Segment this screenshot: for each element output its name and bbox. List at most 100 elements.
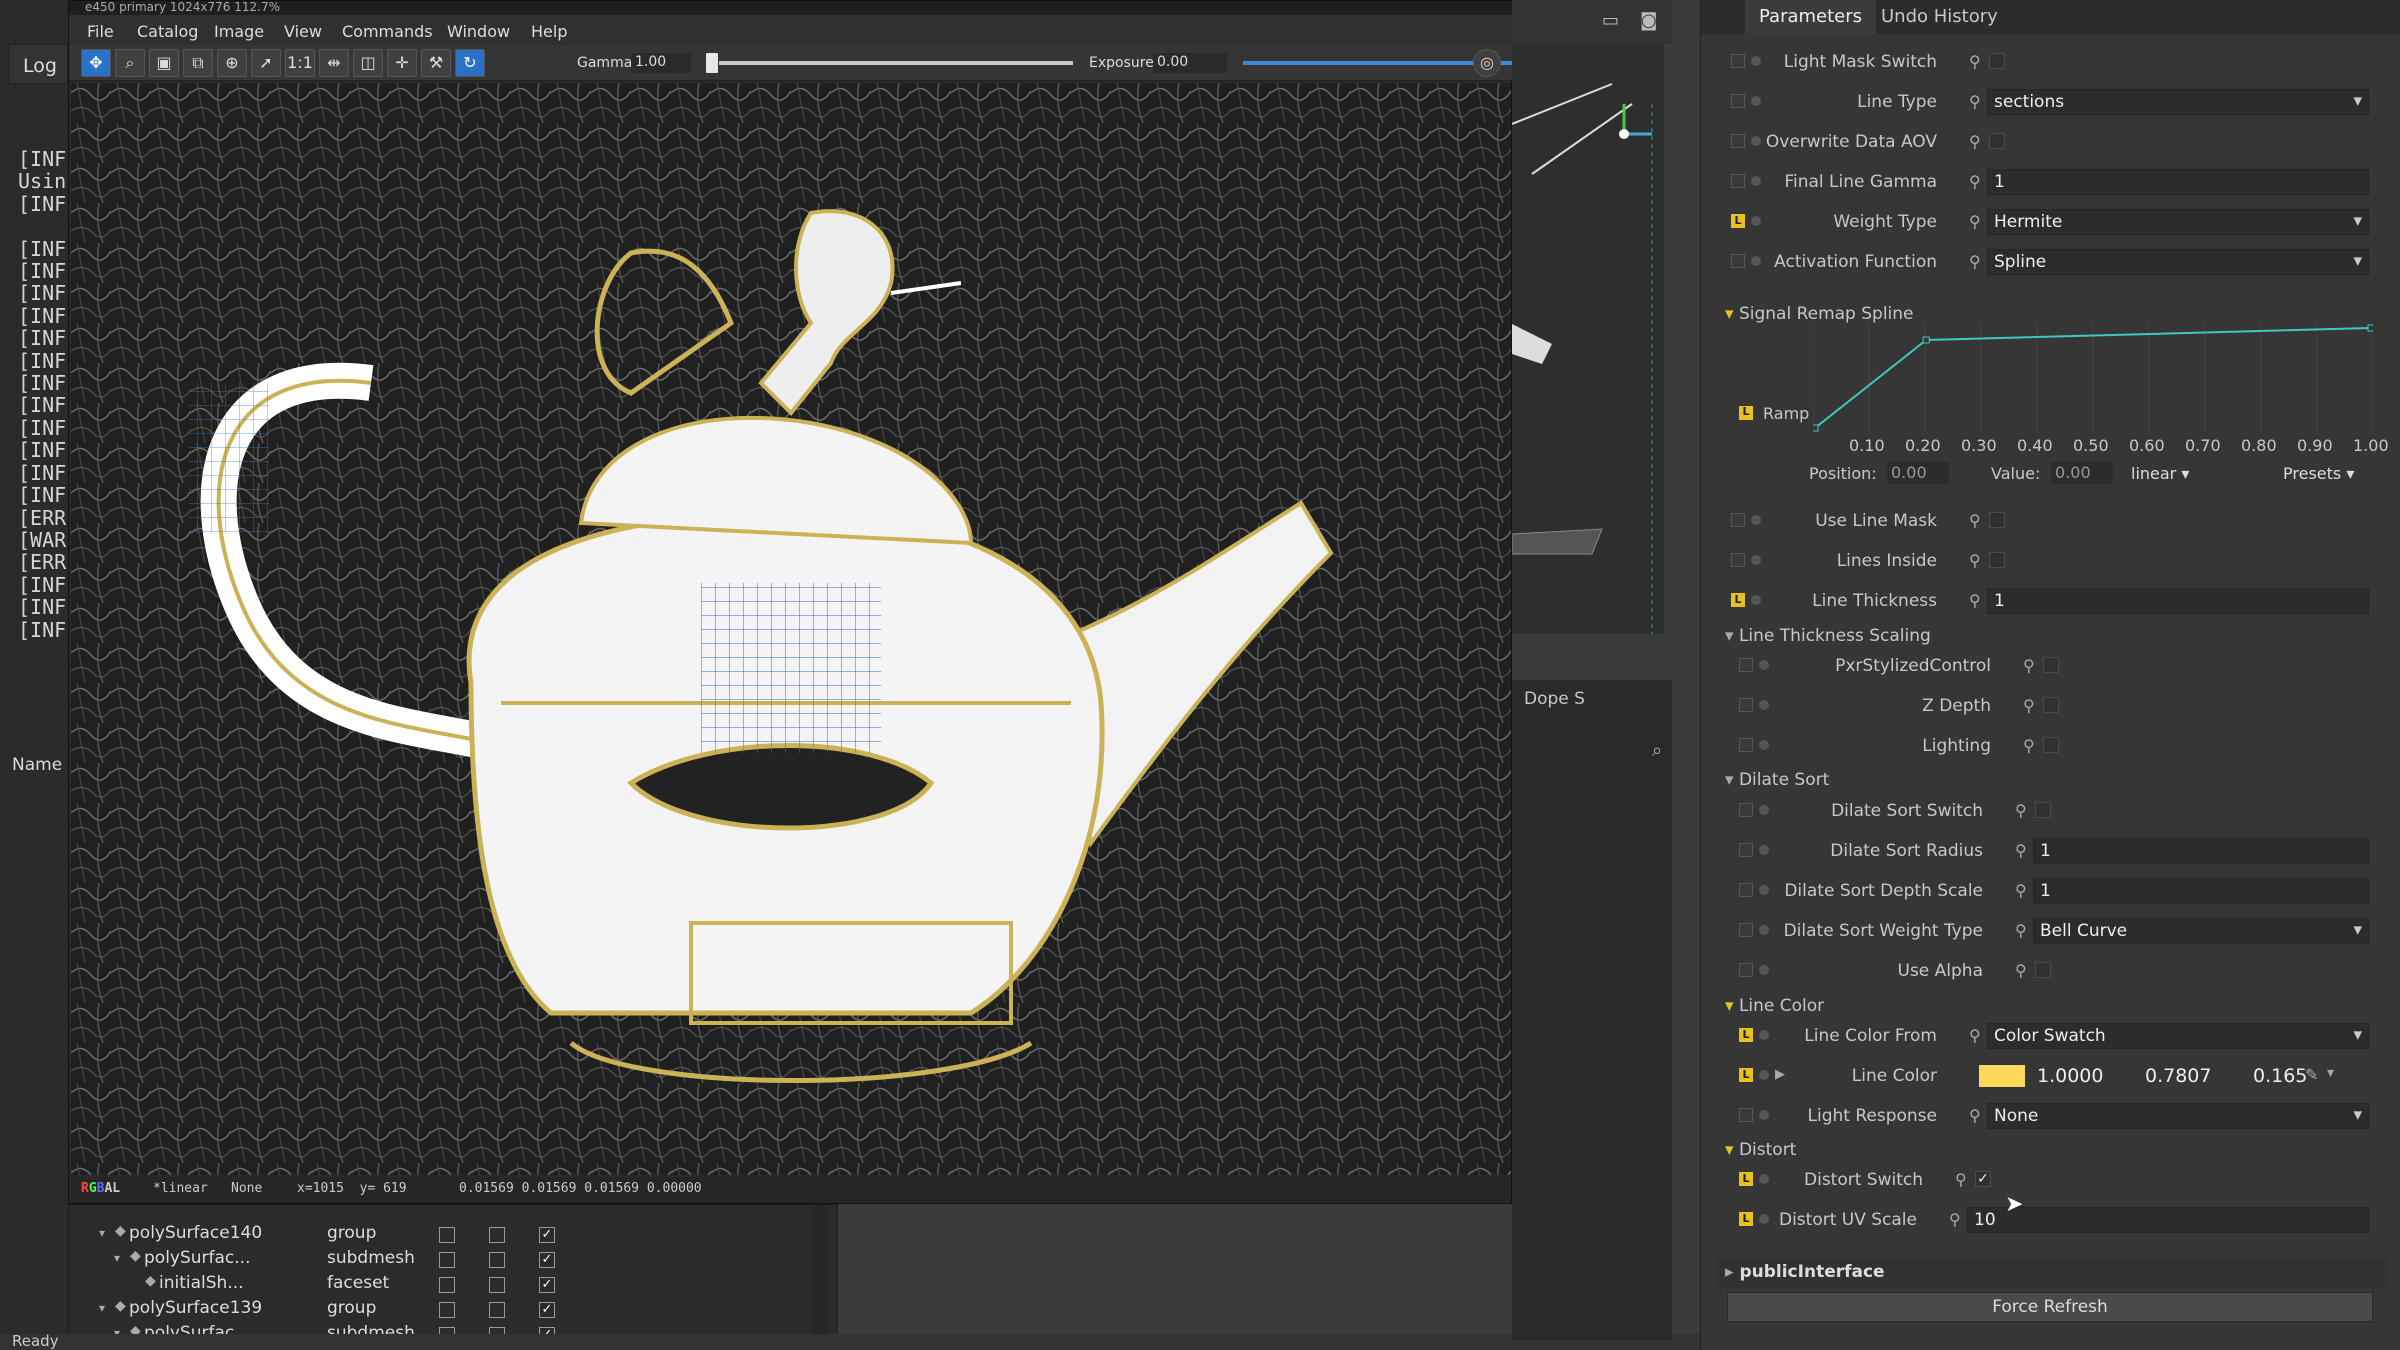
one-to-one-icon[interactable]: 1:1 [285,49,315,77]
param-checkbox[interactable] [2035,802,2051,818]
link-icon[interactable]: ⚲ [1969,172,1981,191]
param-indicator-icon[interactable] [1739,803,1753,817]
param-indicator-icon[interactable] [1739,698,1753,712]
param-indicator-icon[interactable] [1731,94,1745,108]
menu-file[interactable]: File [87,22,114,41]
spline-ramp-editor[interactable] [1813,322,2373,442]
animate-dot-icon[interactable] [1751,176,1761,186]
spline-control-point[interactable] [1922,336,1930,344]
animate-dot-icon[interactable] [1759,965,1769,975]
position-field[interactable]: 0.00 [1887,462,1949,484]
lock-indicator-icon[interactable]: L [1739,1172,1753,1186]
menu-catalog[interactable]: Catalog [137,22,198,41]
visibility-checkbox[interactable]: ✓ [539,1302,555,1318]
exposure-field[interactable]: 0.00 [1153,53,1227,73]
refresh-icon[interactable]: ↻ [455,49,485,77]
link-icon[interactable]: ⚲ [1969,252,1981,271]
param-indicator-icon[interactable] [1731,54,1745,68]
section-toggle-icon[interactable]: ▾ [1725,996,1734,1016]
animate-dot-icon[interactable] [1759,700,1769,710]
param-checkbox[interactable] [1989,133,2005,149]
param-field[interactable]: 1 [2033,878,2369,904]
param-indicator-icon[interactable] [1731,513,1745,527]
outliner-row[interactable]: ▾ ◆polySurfac... subdmesh ✓ [69,1248,819,1273]
interpolation-dropdown[interactable]: linear ▾ [2131,464,2189,483]
dilate-sort-section[interactable]: ▾ Dilate Sort [1725,770,1829,790]
param-indicator-icon[interactable] [1739,963,1753,977]
link-icon[interactable]: ⚲ [1969,92,1981,111]
param-indicator-icon[interactable] [1731,254,1745,268]
menu-commands[interactable]: Commands [342,22,433,41]
visibility-checkbox[interactable] [439,1302,455,1318]
lock-indicator-icon[interactable]: L [1731,214,1745,228]
pointer-icon[interactable]: ➚ [251,49,281,77]
animate-dot-icon[interactable] [1751,96,1761,106]
link-icon[interactable]: ⚲ [2015,921,2027,940]
link-icon[interactable]: ⚲ [2015,841,2027,860]
animate-dot-icon[interactable] [1759,925,1769,935]
animate-dot-icon[interactable] [1759,845,1769,855]
menu-image[interactable]: Image [214,22,264,41]
link-icon[interactable]: ⚲ [1969,551,1981,570]
gamma-slider-handle[interactable] [705,52,720,74]
region-icon[interactable]: ◫ [353,49,383,77]
lock-indicator-icon[interactable]: L [1739,406,1753,420]
animate-dot-icon[interactable] [1751,595,1761,605]
value-field[interactable]: 0.00 [2051,462,2113,484]
pan-icon[interactable]: ✥ [81,49,111,77]
zoom-icon[interactable]: ⌕ [115,49,145,77]
sample-icon[interactable]: ⚒ [421,49,451,77]
visibility-checkbox[interactable]: ✓ [539,1277,555,1293]
animate-dot-icon[interactable] [1759,1174,1769,1184]
line-color-channel-field[interactable]: 0.7807 [2145,1065,2211,1087]
param-indicator-icon[interactable] [1739,658,1753,672]
visibility-checkbox[interactable] [439,1227,455,1243]
param-checkbox[interactable] [1989,53,2005,69]
section-toggle-icon[interactable]: ▾ [1725,1140,1734,1160]
param-dropdown[interactable]: None [1987,1103,2369,1129]
visibility-checkbox[interactable] [489,1252,505,1268]
signal-remap-spline-section[interactable]: ▾ Signal Remap Spline [1725,304,1914,324]
gamma-slider-track[interactable] [705,61,1073,65]
camera-icon[interactable]: ◙ [1640,10,1657,31]
colorspace-select[interactable]: *linear [153,1181,208,1196]
expand-arrow-icon[interactable]: ▶ [1775,1067,1785,1082]
link-icon[interactable]: ⚲ [2023,656,2035,675]
render-canvas[interactable] [71,83,1511,1175]
magnify-icon[interactable]: ⊕ [217,49,247,77]
link-icon[interactable]: ⚲ [1969,511,1981,530]
name-column-header[interactable]: Name [12,755,62,775]
gamma-field[interactable]: 1.00 [631,53,691,73]
public-interface-section[interactable]: ▸ publicInterface [1717,1258,2387,1288]
presets-dropdown[interactable]: Presets ▾ [2283,464,2354,483]
line-color-swatch[interactable] [1979,1065,2025,1087]
expand-arrow-icon[interactable]: ▾ [99,1301,105,1315]
animate-dot-icon[interactable] [1751,256,1761,266]
section-toggle-icon[interactable]: ▾ [1725,304,1734,324]
param-dropdown[interactable]: Hermite [1987,209,2369,235]
animate-dot-icon[interactable] [1759,1030,1769,1040]
param-dropdown[interactable]: Bell Curve [2033,918,2369,944]
section-toggle-icon[interactable]: ▾ [1725,626,1734,646]
link-icon[interactable]: ⚲ [2015,961,2027,980]
outliner-scrollbar[interactable] [813,1205,829,1350]
visibility-checkbox[interactable] [489,1227,505,1243]
compare-icon[interactable]: ⇹ [319,49,349,77]
param-checkbox[interactable] [2043,657,2059,673]
param-dropdown[interactable]: sections [1987,89,2369,115]
channel-selector[interactable]: RGBAL [81,1181,120,1196]
line-thickness-scaling-section[interactable]: ▾ Line Thickness Scaling [1725,626,1931,646]
search-icon[interactable]: ⌕ [1652,740,1662,761]
param-indicator-icon[interactable] [1731,174,1745,188]
crosshair-icon[interactable]: ✛ [387,49,417,77]
monitor-icon[interactable]: ▭ [1602,10,1619,31]
param-checkbox[interactable] [1989,512,2005,528]
param-indicator-icon[interactable] [1739,1108,1753,1122]
visibility-checkbox[interactable] [439,1277,455,1293]
outliner-row[interactable]: ▾ ◆ polySurface140 group ✓ [69,1223,819,1248]
line-color-channel-field[interactable]: 1.0000 [2037,1065,2103,1087]
param-dropdown[interactable]: Spline [1987,249,2369,275]
line-color-channel-field[interactable]: 0.165 [2253,1065,2307,1087]
link-icon[interactable]: ⚲ [1969,591,1981,610]
3d-viewport[interactable] [1511,44,1664,634]
